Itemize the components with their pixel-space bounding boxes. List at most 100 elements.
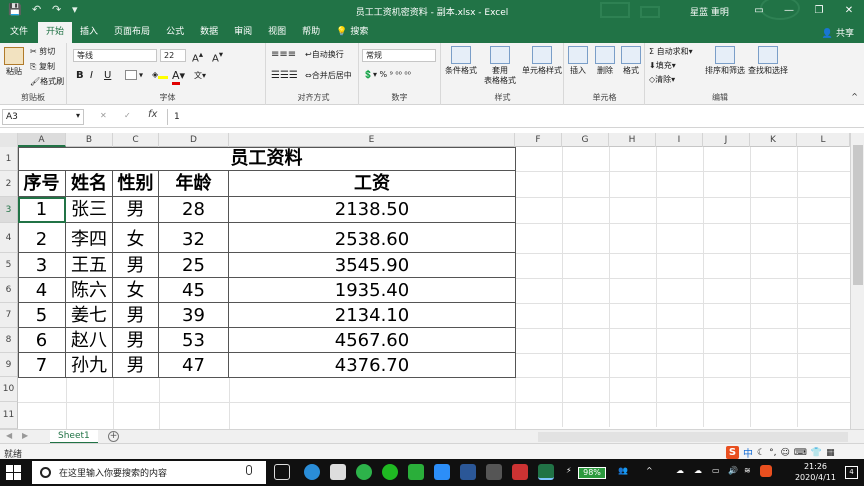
shrink-font-icon[interactable]: A▾	[212, 49, 223, 64]
tab-home[interactable]: 开始	[38, 22, 73, 43]
tab-view[interactable]: 视图	[260, 22, 294, 43]
enter-icon[interactable]: ✓	[124, 111, 131, 120]
find-select-button[interactable]: 查找和选择	[746, 46, 790, 76]
select-all-corner[interactable]	[0, 133, 18, 147]
close-button[interactable]: ✕	[834, 0, 864, 22]
table-cell[interactable]: 39	[159, 303, 229, 328]
column-header-a[interactable]: A	[18, 133, 66, 147]
table-cell[interactable]: 2134.10	[229, 303, 516, 328]
table-cell[interactable]: 男	[113, 353, 159, 378]
tab-insert[interactable]: 插入	[72, 22, 106, 43]
qq-icon[interactable]	[434, 464, 450, 480]
table-cell[interactable]: 45	[159, 278, 229, 303]
cancel-icon[interactable]: ✕	[100, 111, 107, 120]
microphone-icon[interactable]	[246, 465, 252, 475]
cell-styles-button[interactable]: 单元格样式	[520, 46, 564, 76]
network-icon[interactable]: ▭	[712, 466, 720, 475]
next-sheet-icon[interactable]: ▶	[22, 431, 28, 440]
clear-button[interactable]: ◇清除▾	[649, 74, 675, 85]
header-cell[interactable]: 工资	[229, 171, 516, 197]
windows-start-icon[interactable]	[6, 465, 21, 480]
column-header-j[interactable]: J	[703, 133, 750, 147]
format-painter-button[interactable]: 🖌格式刷	[30, 76, 64, 87]
excel-taskbar-icon[interactable]	[538, 464, 554, 480]
table-cell[interactable]: 25	[159, 253, 229, 278]
row-header-2[interactable]: 2	[0, 171, 18, 197]
taskbar-search[interactable]: 在这里输入你要搜索的内容	[32, 461, 266, 484]
row-header-5[interactable]: 5	[0, 253, 18, 278]
table-cell[interactable]: 女	[113, 278, 159, 303]
column-header-f[interactable]: F	[515, 133, 562, 147]
vertical-scroll-thumb[interactable]	[853, 145, 863, 285]
wechat-icon[interactable]	[408, 464, 424, 480]
table-cell[interactable]: 4376.70	[229, 353, 516, 378]
volume-icon[interactable]: 🔊	[728, 466, 738, 475]
font-color-button[interactable]: A▾	[172, 69, 185, 85]
cloud-icon[interactable]: ☁	[676, 466, 684, 475]
tab-review[interactable]: 审阅	[226, 22, 260, 43]
table-cell[interactable]: 李四	[66, 223, 113, 253]
table-cell[interactable]: 28	[159, 197, 229, 223]
table-cell[interactable]: 陈六	[66, 278, 113, 303]
column-header-l[interactable]: L	[797, 133, 850, 147]
taskbar-clock[interactable]: 21:26 2020/4/11	[795, 461, 836, 483]
table-cell[interactable]: 男	[113, 197, 159, 223]
skin-icon[interactable]: 👕	[811, 448, 822, 458]
table-cell[interactable]: 4	[18, 278, 66, 303]
battery-indicator[interactable]: 98%	[578, 467, 606, 479]
column-header-d[interactable]: D	[159, 133, 229, 147]
vertical-scrollbar[interactable]	[850, 133, 864, 429]
table-cell[interactable]: 男	[113, 328, 159, 353]
row-header-6[interactable]: 6	[0, 278, 18, 303]
grow-font-icon[interactable]: A▴	[192, 49, 203, 64]
table-cell[interactable]: 4567.60	[229, 328, 516, 353]
row-header-9[interactable]: 9	[0, 353, 18, 377]
formula-input[interactable]: 1	[167, 109, 860, 125]
align-top-icon[interactable]: ≡≡≡	[271, 49, 296, 60]
font-size-dropdown[interactable]: 22	[160, 49, 186, 62]
bold-button[interactable]: B	[76, 70, 84, 81]
word-icon[interactable]	[460, 464, 476, 480]
tab-file[interactable]: 文件	[0, 22, 38, 43]
sogou-tray-icon[interactable]	[760, 465, 772, 477]
sogou-ime-icon[interactable]: S	[726, 446, 739, 459]
row-header-4[interactable]: 4	[0, 223, 18, 253]
column-header-e[interactable]: E	[229, 133, 515, 147]
restore-button[interactable]: ❐	[804, 0, 834, 22]
add-sheet-button[interactable]: +	[108, 431, 119, 442]
table-cell[interactable]: 3545.90	[229, 253, 516, 278]
people-icon[interactable]: 👥	[618, 466, 628, 475]
punctuation-icon[interactable]: °,	[769, 448, 776, 458]
emoji-icon[interactable]: ☺	[780, 448, 789, 458]
font-name-dropdown[interactable]: 等线	[73, 49, 157, 62]
table-cell[interactable]: 男	[113, 253, 159, 278]
browser-icon[interactable]	[356, 464, 372, 480]
name-box-dropdown-icon[interactable]: ▾	[76, 111, 80, 120]
collapse-ribbon-icon[interactable]: ^	[851, 92, 858, 101]
column-header-c[interactable]: C	[113, 133, 159, 147]
conditional-format-button[interactable]: 条件格式	[442, 46, 480, 76]
table-cell[interactable]: 张三	[66, 197, 113, 223]
onedrive-icon[interactable]: ☁	[694, 466, 702, 475]
table-cell[interactable]: 32	[159, 223, 229, 253]
table-cell[interactable]: 2538.60	[229, 223, 516, 253]
copy-button[interactable]: ⎘ 复制	[30, 61, 55, 72]
column-header-g[interactable]: G	[562, 133, 609, 147]
row-header-7[interactable]: 7	[0, 303, 18, 328]
autosum-button[interactable]: Σ 自动求和▾	[649, 46, 693, 57]
column-header-k[interactable]: K	[750, 133, 797, 147]
format-cells-button[interactable]: 格式	[618, 46, 644, 76]
row-header-10[interactable]: 10	[0, 377, 18, 402]
table-cell[interactable]: 2138.50	[229, 197, 516, 223]
row-header-3[interactable]: 3	[0, 197, 18, 223]
table-cell[interactable]: 孙九	[66, 353, 113, 378]
italic-button[interactable]: I	[90, 70, 93, 81]
table-cell[interactable]: 1935.40	[229, 278, 516, 303]
video-editor-icon[interactable]	[486, 464, 502, 480]
number-format-dropdown[interactable]: 常规	[362, 49, 436, 62]
delete-cells-button[interactable]: 删除	[592, 46, 618, 76]
insert-cells-button[interactable]: 插入	[565, 46, 591, 76]
table-cell[interactable]: 2	[18, 223, 66, 253]
notification-icon[interactable]: 4	[845, 466, 858, 479]
table-cell[interactable]: 7	[18, 353, 66, 378]
